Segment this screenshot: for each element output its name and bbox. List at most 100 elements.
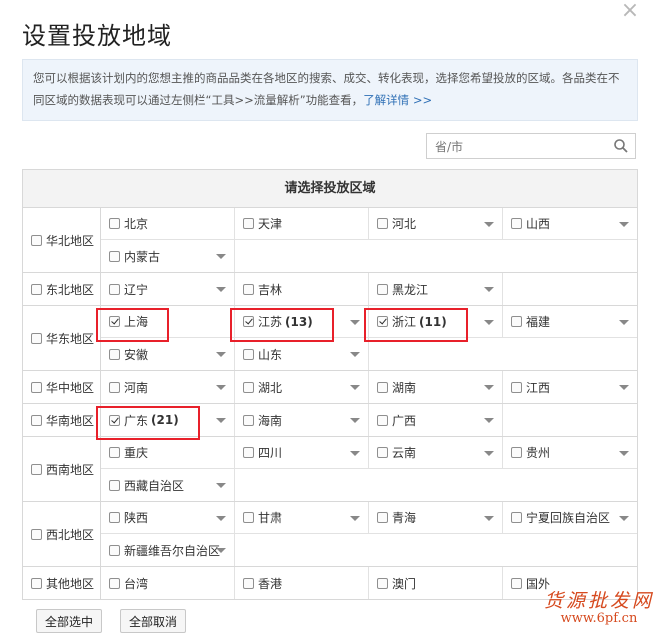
learn-more-link[interactable]: 了解详情 >> [363, 93, 432, 107]
search-icon[interactable] [613, 138, 629, 154]
province-checkbox[interactable] [243, 447, 254, 458]
province-item[interactable]: 北京 [101, 208, 235, 240]
region-label[interactable]: 华东地区 [23, 306, 101, 370]
chevron-down-icon[interactable] [216, 352, 226, 357]
chevron-down-icon[interactable] [484, 320, 494, 325]
province-item[interactable]: 贵州 [503, 437, 637, 469]
province-checkbox[interactable] [243, 577, 254, 589]
province-checkbox[interactable] [377, 414, 388, 426]
chevron-down-icon[interactable] [216, 548, 226, 553]
chevron-down-icon[interactable] [484, 418, 494, 423]
province-checkbox[interactable] [511, 316, 522, 327]
province-item[interactable]: 广东 (21) [101, 404, 235, 436]
province-checkbox[interactable] [377, 577, 388, 589]
chevron-down-icon[interactable] [484, 287, 494, 292]
province-checkbox[interactable] [109, 218, 120, 229]
region-checkbox[interactable] [31, 463, 42, 475]
region-checkbox[interactable] [31, 381, 42, 393]
province-checkbox[interactable] [109, 414, 120, 426]
region-label[interactable]: 东北地区 [23, 273, 101, 305]
province-checkbox[interactable] [243, 316, 254, 327]
province-item[interactable]: 河南 [101, 371, 235, 403]
province-item[interactable]: 山东 [235, 338, 369, 370]
province-item[interactable]: 辽宁 [101, 273, 235, 305]
province-checkbox[interactable] [109, 283, 120, 295]
province-item[interactable]: 山西 [503, 208, 637, 240]
province-item[interactable]: 台湾 [101, 567, 235, 599]
province-checkbox[interactable] [109, 512, 120, 523]
chevron-down-icon[interactable] [619, 516, 629, 521]
province-item[interactable]: 福建 [503, 306, 637, 338]
province-item[interactable]: 河北 [369, 208, 503, 240]
province-checkbox[interactable] [511, 577, 522, 589]
chevron-down-icon[interactable] [216, 483, 226, 488]
province-checkbox[interactable] [511, 447, 522, 458]
province-item[interactable]: 新疆维吾尔自治区 [101, 534, 235, 566]
region-checkbox[interactable] [31, 283, 42, 295]
province-item[interactable]: 广西 [369, 404, 503, 436]
province-checkbox[interactable] [511, 512, 522, 523]
province-item[interactable]: 湖北 [235, 371, 369, 403]
province-checkbox[interactable] [109, 316, 120, 327]
province-item[interactable]: 江苏 (13) [235, 306, 369, 338]
province-checkbox[interactable] [109, 577, 120, 589]
province-item[interactable]: 黑龙江 [369, 273, 503, 305]
province-item[interactable]: 香港 [235, 567, 369, 599]
province-checkbox[interactable] [243, 283, 254, 295]
region-checkbox[interactable] [31, 528, 42, 540]
chevron-down-icon[interactable] [350, 320, 360, 325]
province-checkbox[interactable] [511, 218, 522, 229]
province-checkbox[interactable] [109, 250, 120, 262]
chevron-down-icon[interactable] [619, 222, 629, 227]
province-item[interactable]: 青海 [369, 502, 503, 534]
chevron-down-icon[interactable] [484, 451, 494, 456]
chevron-down-icon[interactable] [484, 516, 494, 521]
province-item[interactable]: 内蒙古 [101, 240, 235, 272]
province-item[interactable]: 上海 [101, 306, 235, 338]
province-item[interactable]: 江西 [503, 371, 637, 403]
province-checkbox[interactable] [243, 218, 254, 229]
select-all-button[interactable]: 全部选中 [36, 609, 102, 633]
province-checkbox[interactable] [109, 544, 120, 556]
province-checkbox[interactable] [377, 316, 388, 327]
province-checkbox[interactable] [243, 348, 254, 360]
chevron-down-icon[interactable] [350, 352, 360, 357]
province-checkbox[interactable] [109, 381, 120, 393]
chevron-down-icon[interactable] [216, 418, 226, 423]
province-checkbox[interactable] [243, 414, 254, 426]
province-checkbox[interactable] [377, 218, 388, 229]
chevron-down-icon[interactable] [216, 254, 226, 259]
province-item[interactable]: 陕西 [101, 502, 235, 534]
region-label[interactable]: 其他地区 [23, 567, 101, 599]
province-checkbox[interactable] [109, 348, 120, 360]
region-label[interactable]: 西南地区 [23, 437, 101, 501]
deselect-all-button[interactable]: 全部取消 [120, 609, 186, 633]
region-checkbox[interactable] [31, 332, 42, 344]
chevron-down-icon[interactable] [619, 320, 629, 325]
region-checkbox[interactable] [31, 234, 42, 246]
province-item[interactable]: 浙江 (11) [369, 306, 503, 338]
province-checkbox[interactable] [377, 381, 388, 393]
province-item[interactable]: 西藏自治区 [101, 469, 235, 501]
region-label[interactable]: 华北地区 [23, 208, 101, 272]
chevron-down-icon[interactable] [619, 451, 629, 456]
chevron-down-icon[interactable] [350, 418, 360, 423]
province-checkbox[interactable] [243, 381, 254, 393]
province-item[interactable]: 宁夏回族自治区 [503, 502, 637, 534]
province-item[interactable]: 甘肃 [235, 502, 369, 534]
province-item[interactable]: 湖南 [369, 371, 503, 403]
province-checkbox[interactable] [377, 447, 388, 458]
region-checkbox[interactable] [31, 577, 42, 589]
province-checkbox[interactable] [377, 283, 388, 295]
province-item[interactable]: 澳门 [369, 567, 503, 599]
province-item[interactable]: 四川 [235, 437, 369, 469]
search-input[interactable] [433, 135, 607, 159]
region-label[interactable]: 华中地区 [23, 371, 101, 403]
province-item[interactable]: 吉林 [235, 273, 369, 305]
province-checkbox[interactable] [243, 512, 254, 523]
close-icon[interactable]: × [619, 0, 641, 22]
chevron-down-icon[interactable] [350, 451, 360, 456]
province-checkbox[interactable] [511, 381, 522, 393]
province-checkbox[interactable] [377, 512, 388, 523]
province-item[interactable]: 安徽 [101, 338, 235, 370]
